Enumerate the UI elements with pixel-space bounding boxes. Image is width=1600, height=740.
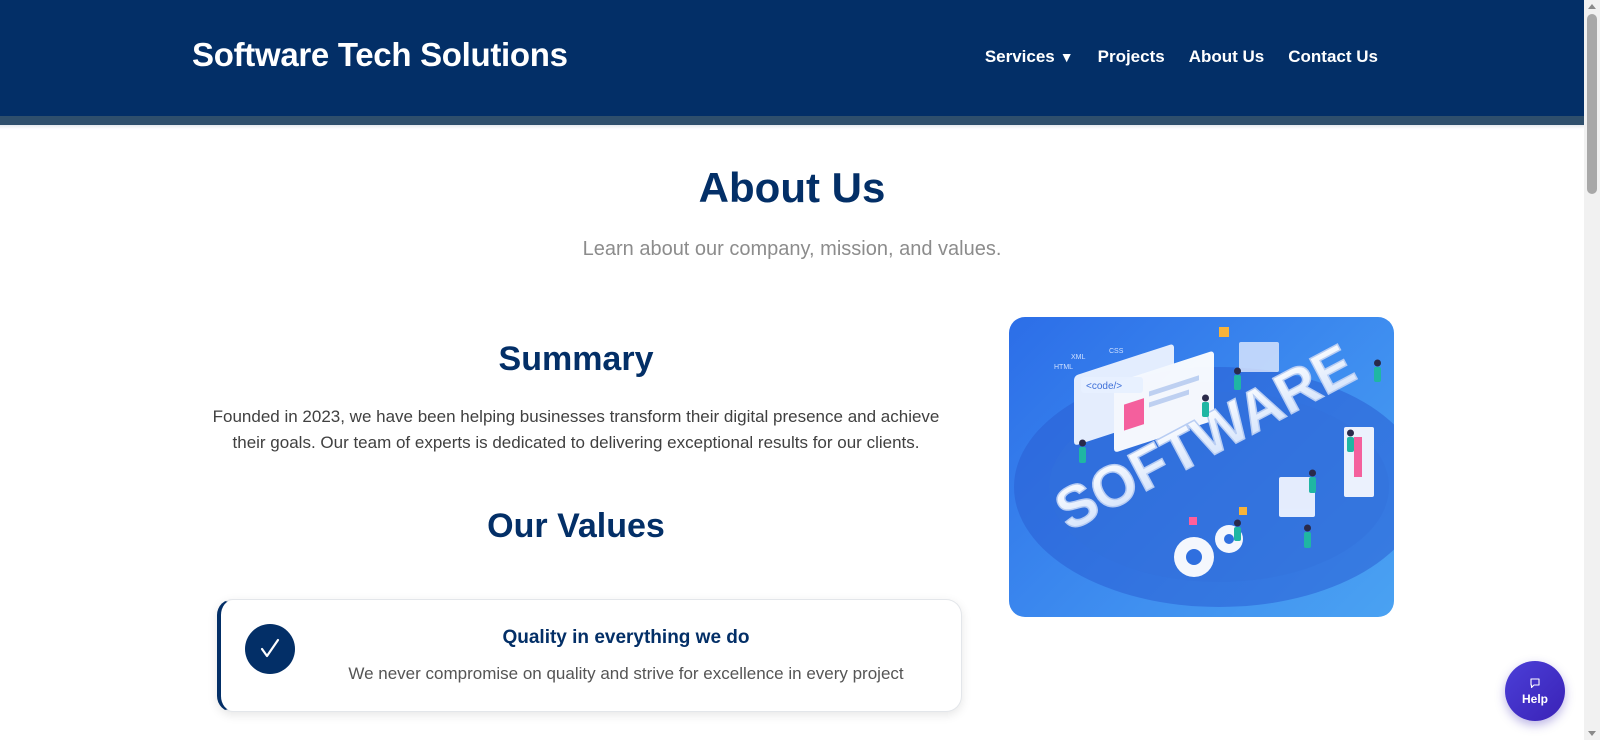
- svg-text:CSS: CSS: [1109, 348, 1124, 355]
- svg-text:HTML: HTML: [1054, 364, 1073, 371]
- nav-about-us[interactable]: About Us: [1189, 47, 1265, 67]
- scroll-up-arrow-icon[interactable]: [1588, 4, 1596, 9]
- page-subtitle: Learn about our company, mission, and va…: [582, 238, 1002, 260]
- brand-logo-text[interactable]: Software Tech Solutions: [192, 36, 568, 74]
- nav-services-label: Services: [984, 47, 1055, 66]
- svg-text:<code/>: <code/>: [1086, 381, 1122, 392]
- checkmark-icon: [245, 624, 295, 674]
- help-button[interactable]: Help: [1505, 661, 1565, 721]
- svg-text:XML: XML: [1071, 354, 1086, 361]
- nav-projects[interactable]: Projects: [1098, 47, 1165, 67]
- value-card-quality: Quality in everything we do We never com…: [217, 599, 962, 712]
- help-label: Help: [1521, 691, 1548, 706]
- summary-text: Founded in 2023, we have been helping bu…: [212, 407, 940, 452]
- about-content: Summary Founded in 2023, we have been he…: [200, 340, 952, 546]
- page-scrollbar[interactable]: [1584, 0, 1600, 740]
- values-title: Our Values: [487, 507, 665, 545]
- code-tag: <code/>: [1081, 377, 1143, 393]
- chevron-down-icon: ▼: [1059, 49, 1074, 65]
- value-title: Quality in everything we do: [502, 627, 750, 648]
- header-divider: [0, 116, 1584, 125]
- header-shadow: [0, 125, 1584, 129]
- value-description: We never compromise on quality and striv…: [348, 664, 904, 683]
- scrollbar-thumb[interactable]: [1587, 14, 1597, 194]
- summary-title: Summary: [498, 340, 654, 378]
- chat-bubble-icon: [1530, 677, 1540, 688]
- software-illustration: <code/> HTML XML CSS SOFTWARE: [1009, 317, 1394, 617]
- nav-services[interactable]: Services ▼: [985, 47, 1074, 67]
- main-nav: Services ▼ Projects About Us Contact Us: [985, 47, 1378, 67]
- scroll-down-arrow-icon[interactable]: [1588, 731, 1596, 736]
- nav-contact-us[interactable]: Contact Us: [1288, 47, 1378, 67]
- site-header: Software Tech Solutions Services ▼ Proje…: [0, 0, 1584, 116]
- page-title: About Us: [698, 164, 886, 211]
